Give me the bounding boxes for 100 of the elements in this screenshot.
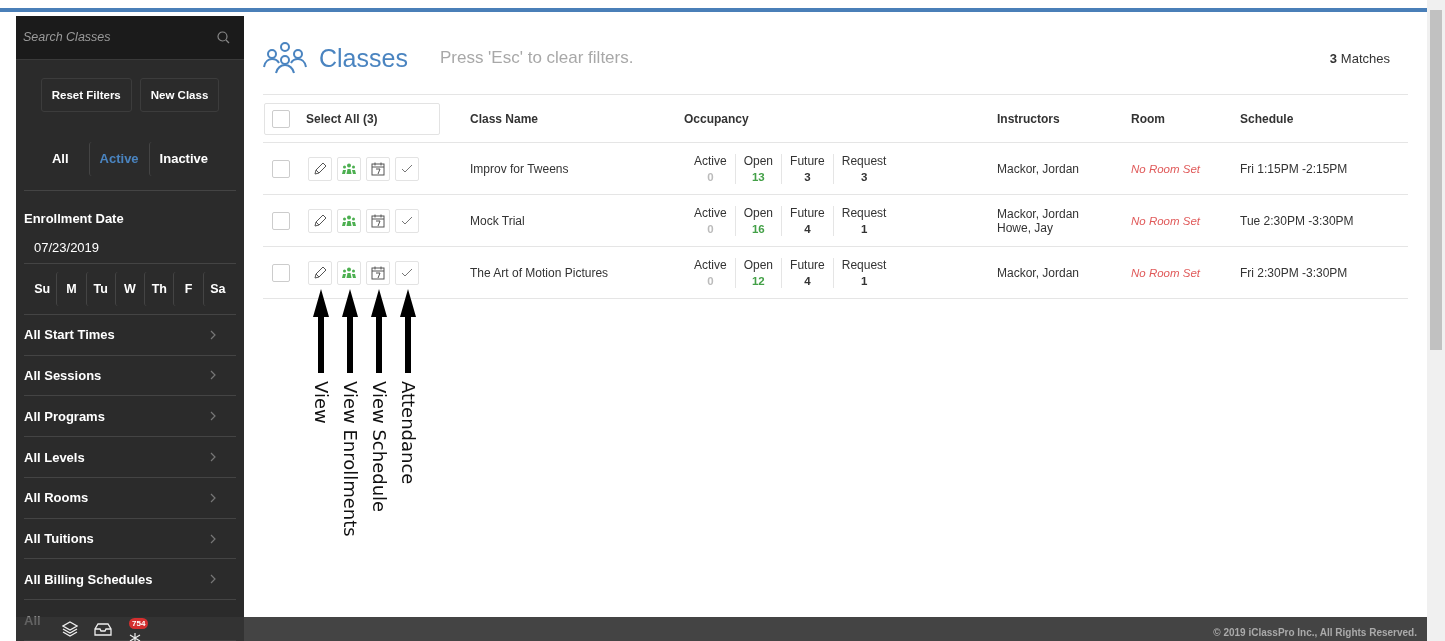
section-label: Enrollment Date (23, 209, 125, 228)
checkbox[interactable] (272, 263, 290, 282)
column-header: Occupancy (684, 111, 750, 126)
scrollbar[interactable] (1427, 0, 1445, 641)
weekday-button[interactable]: Tu (85, 271, 115, 306)
sidebar-button[interactable]: New Class (139, 77, 220, 112)
filter-label: All Levels (24, 449, 85, 465)
weekday-button[interactable]: W (114, 271, 145, 306)
class-name-cell-text: Mock Trial (470, 213, 526, 228)
notification-badge: 754 (129, 618, 149, 629)
status-tab[interactable]: Active (88, 141, 149, 176)
filter-label: All Sessions (24, 367, 102, 383)
filter-item[interactable]: All Start Times (24, 314, 236, 356)
sidebar-button[interactable]: Reset Filters (40, 77, 132, 112)
chevron-right-icon (210, 492, 216, 503)
occupancy-value: 12 (751, 273, 765, 288)
occupancy-label: Future (790, 205, 825, 220)
people-icon (341, 266, 357, 279)
annotation-label: Attendance (397, 381, 420, 485)
occupancy-value: 13 (751, 169, 765, 184)
filter-item[interactable]: All Billing Schedules (24, 559, 236, 601)
filter-item[interactable]: All Programs (24, 396, 236, 438)
column-header: Schedule (1240, 111, 1295, 126)
occupancy-label: Request (841, 257, 887, 272)
enrollments-button[interactable] (337, 156, 361, 181)
instructor-name: Mackor, Jordan (997, 161, 1081, 176)
match-count: 3 (1329, 50, 1337, 66)
schedule-button[interactable] (366, 260, 390, 285)
chevron-right-icon (210, 574, 216, 585)
pencil-icon (313, 161, 327, 176)
people-group-icon (263, 42, 307, 74)
column-header: Room (1131, 111, 1166, 126)
instructor-name: Howe, Jay (997, 220, 1055, 235)
filter-item[interactable]: All Levels (24, 437, 236, 478)
checkmark-icon (401, 215, 413, 226)
sparkle-icon[interactable] (128, 633, 142, 641)
occupancy-label: Request (841, 153, 887, 168)
chevron-right-icon (210, 329, 216, 340)
schedule-button[interactable] (366, 156, 390, 181)
search-icon[interactable] (217, 30, 230, 44)
filter-item[interactable]: All Sessions (24, 355, 236, 397)
column-header: Instructors (997, 111, 1061, 126)
annotation-label: View Schedule (368, 381, 391, 513)
filter-item[interactable]: All Tuitions (24, 518, 236, 560)
annotation-label: View (310, 381, 333, 424)
occupancy-value: 0 (707, 221, 714, 236)
weekday-button[interactable]: M (56, 271, 86, 306)
select-all-control[interactable]: Select All (3) (264, 102, 440, 135)
view-button[interactable] (308, 156, 332, 181)
chevron-right-icon (210, 370, 216, 381)
class-name-cell-text: The Art of Motion Pictures (470, 265, 610, 280)
status-tab[interactable]: Inactive (148, 141, 219, 176)
occupancy-label: Active (694, 153, 727, 168)
checkbox[interactable] (272, 159, 290, 178)
occupancy-label: Open (743, 257, 774, 272)
filter-label: All Start Times (24, 327, 115, 343)
view-button[interactable] (308, 260, 332, 285)
select-all-label: Select All (3) (306, 111, 378, 126)
checkbox[interactable] (272, 211, 290, 230)
weekday-button[interactable]: Su (28, 271, 57, 306)
filter-label: All Billing Schedules (24, 571, 153, 587)
instructor-name: Mackor, Jordan (997, 206, 1081, 221)
schedule-cell-text: Tue 2:30PM -3:30PM (1240, 213, 1355, 228)
weekday-button[interactable]: Sa (202, 271, 232, 306)
checkmark-icon (401, 267, 413, 278)
date-field[interactable]: 07/23/2019 (24, 235, 236, 264)
instructor-name: Mackor, Jordan (997, 265, 1081, 280)
class-name-cell-text: Improv for Tweens (470, 161, 570, 176)
filter-label: All Tuitions (24, 531, 94, 547)
room-cell-text: No Room Set (1131, 214, 1202, 227)
chevron-right-icon (210, 411, 216, 422)
calendar-icon (371, 213, 385, 228)
schedule-button[interactable] (366, 208, 390, 233)
occupancy-value: 0 (707, 273, 714, 288)
weekday-button[interactable]: F (173, 271, 203, 306)
occupancy-value: 3 (860, 169, 868, 184)
people-icon (341, 214, 357, 227)
checkbox[interactable] (272, 109, 290, 128)
enrollments-button[interactable] (337, 260, 361, 285)
calendar-icon (371, 265, 385, 280)
people-icon (341, 162, 357, 175)
status-tab[interactable]: All (41, 141, 89, 176)
occupancy-value: 4 (804, 273, 811, 288)
room-cell-text: No Room Set (1131, 266, 1202, 279)
filter-item[interactable]: All Rooms (24, 477, 236, 519)
layers-icon[interactable] (62, 621, 78, 637)
copyright-footer: © 2019 iClassPro Inc., All Rights Reserved. (244, 617, 1427, 641)
inbox-icon[interactable] (94, 622, 112, 636)
search-field[interactable]: Search Classes (16, 16, 244, 60)
occupancy-value: 1 (860, 273, 868, 288)
search-input[interactable]: Search Classes (21, 29, 217, 46)
view-button[interactable] (308, 208, 332, 233)
occupancy-value: 0 (707, 169, 714, 184)
weekday-button[interactable]: Th (144, 271, 174, 306)
enrollments-button[interactable] (337, 208, 361, 233)
occupancy-value: 16 (751, 221, 765, 236)
filter-label: All Rooms (24, 490, 89, 506)
filter-label: All Programs (24, 408, 105, 424)
occupancy-value: 3 (804, 169, 811, 184)
occupancy-label: Active (694, 205, 727, 220)
